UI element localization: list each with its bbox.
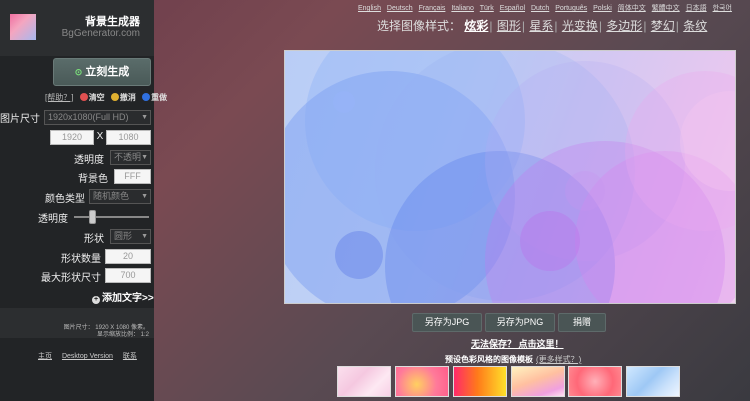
style-option-stripes[interactable]: 条纹 — [683, 19, 707, 33]
transparency-slider-handle[interactable] — [88, 210, 96, 224]
lang-link[interactable]: Deutsch — [387, 5, 413, 12]
image-info: 图片尺寸： 1920 X 1080 像素。 显示缩放比例： 1:2 — [0, 308, 154, 338]
generate-button[interactable]: ⊙ 立刻生成 — [53, 58, 151, 86]
bgcolor-label: 背景色 — [78, 174, 108, 185]
save-help-link[interactable]: 无法保存？ 点击这里！ — [471, 337, 564, 350]
lang-link[interactable]: Español — [500, 5, 525, 12]
chevron-down-icon: ▼ — [141, 154, 148, 161]
shape-label: 形状 — [84, 234, 104, 245]
add-text-button[interactable]: + 添加文字>> — [92, 289, 154, 304]
preset-thumbnail[interactable] — [511, 366, 565, 397]
generate-label: 立刻生成 — [85, 66, 130, 78]
image-size-select[interactable]: 1920x1080(Full HD) ▼ — [44, 110, 151, 125]
style-option-light[interactable]: 光变换 — [562, 19, 598, 33]
lang-link[interactable]: English — [358, 5, 381, 12]
chevron-down-icon: ▼ — [141, 233, 148, 240]
sidebar: 背景生成器 BgGenerator.com ⊙ 立刻生成 [帮助？] 清空 撤消 … — [0, 0, 167, 401]
style-selector: 选择图像样式： 炫彩| 图形| 星系| 光变换| 多边形| 梦幻| 条纹 — [377, 19, 708, 33]
lang-link[interactable]: Français — [419, 5, 446, 12]
clear-button[interactable]: 清空 — [89, 93, 105, 102]
shape-count-label: 形状数量 — [61, 254, 101, 265]
save-jpg-button[interactable]: 另存为JPG — [412, 313, 482, 332]
preset-thumbnail[interactable] — [395, 366, 449, 397]
colortype-value: 随机颜色 — [93, 191, 130, 201]
preset-thumbnail[interactable] — [626, 366, 680, 397]
opacity-label: 透明度 — [74, 155, 104, 166]
presets-title: 预设色彩风格的图像模板 — [445, 355, 533, 364]
undo-icon — [110, 93, 119, 101]
opacity-value: 不透明 — [114, 152, 142, 162]
shape-select[interactable]: 圆形 ▼ — [110, 229, 151, 244]
shape-count-input[interactable]: 20 — [105, 249, 151, 264]
footer-contact-link[interactable]: 联系 — [123, 353, 137, 360]
save-png-button[interactable]: 另存为PNG — [485, 313, 555, 332]
max-size-label: 最大形状尺寸 — [41, 273, 101, 284]
zoom-info: 显示缩放比例： 1:2 — [96, 332, 149, 338]
by-label: X — [96, 131, 104, 142]
shape-value: 圆形 — [114, 231, 133, 241]
max-size-input[interactable]: 700 — [105, 268, 151, 283]
opacity-select[interactable]: 不透明 ▼ — [110, 150, 151, 165]
colortype-label: 颜色类型 — [45, 194, 85, 205]
donate-button[interactable]: 捐赠 — [558, 313, 606, 332]
preset-thumbnail[interactable] — [453, 366, 507, 397]
transparency-label: 透明度 — [38, 214, 68, 225]
preset-thumbnail[interactable] — [337, 366, 391, 397]
style-option-colorful[interactable]: 炫彩 — [464, 19, 488, 33]
redo-button[interactable]: 重做 — [151, 93, 167, 102]
lang-link[interactable]: 简体中文 — [618, 5, 646, 12]
lang-link[interactable]: Português — [555, 5, 587, 12]
lang-link[interactable]: Polski — [593, 5, 612, 12]
language-bar: English Deutsch Français Italiano Türk E… — [358, 3, 736, 13]
background-preview — [284, 50, 736, 304]
style-option-dreamy[interactable]: 梦幻 — [651, 19, 675, 33]
lang-link[interactable]: Türk — [480, 5, 494, 12]
brand-subtitle: BgGenerator.com — [61, 28, 140, 39]
footer-home-link[interactable]: 主页 — [38, 353, 52, 360]
redo-icon — [142, 93, 151, 101]
undo-button[interactable]: 撤消 — [120, 93, 136, 102]
more-styles-link[interactable]: (更多样式？) — [536, 355, 581, 364]
lang-link[interactable]: Italiano — [451, 5, 474, 12]
width-input[interactable]: 1920 — [50, 130, 94, 145]
clear-icon — [79, 93, 88, 101]
presets-heading: 预设色彩风格的图像模板 (更多样式？) — [445, 354, 581, 365]
lang-link[interactable]: 日本語 — [686, 5, 707, 12]
colortype-select[interactable]: 随机颜色 ▼ — [89, 189, 151, 204]
style-option-polygon[interactable]: 多边形 — [606, 19, 642, 33]
bgcolor-input[interactable]: FFF — [114, 169, 151, 184]
brand-header: 背景生成器 BgGenerator.com — [0, 0, 154, 56]
preset-thumbnail[interactable] — [568, 366, 622, 397]
logo[interactable] — [10, 14, 36, 40]
style-option-galaxy[interactable]: 星系 — [529, 19, 553, 33]
chevron-down-icon: ▼ — [141, 114, 148, 121]
chevron-down-icon: ▼ — [141, 193, 148, 200]
action-row: [帮助？] 清空 撤消 重做 — [45, 92, 171, 103]
add-icon: + — [92, 296, 100, 304]
add-text-label: 添加文字>> — [102, 293, 154, 304]
height-input[interactable]: 1080 — [106, 130, 151, 145]
help-link[interactable]: [帮助？] — [45, 93, 73, 102]
transparency-slider[interactable] — [74, 216, 149, 218]
brand-title[interactable]: 背景生成器 — [40, 13, 140, 29]
style-prefix: 选择图像样式： — [377, 19, 462, 33]
lang-link[interactable]: Dutch — [531, 5, 549, 12]
footer-desktop-link[interactable]: Desktop Version — [62, 353, 113, 360]
style-option-shapes[interactable]: 图形 — [497, 19, 521, 33]
footer-links: 主页 Desktop Version 联系 — [38, 351, 145, 361]
image-size-value: 1920x1080(Full HD) — [48, 112, 129, 122]
lang-link[interactable]: 한국어 — [713, 5, 732, 12]
generate-icon: ⊙ — [74, 67, 83, 77]
lang-link[interactable]: 繁體中文 — [652, 5, 680, 12]
